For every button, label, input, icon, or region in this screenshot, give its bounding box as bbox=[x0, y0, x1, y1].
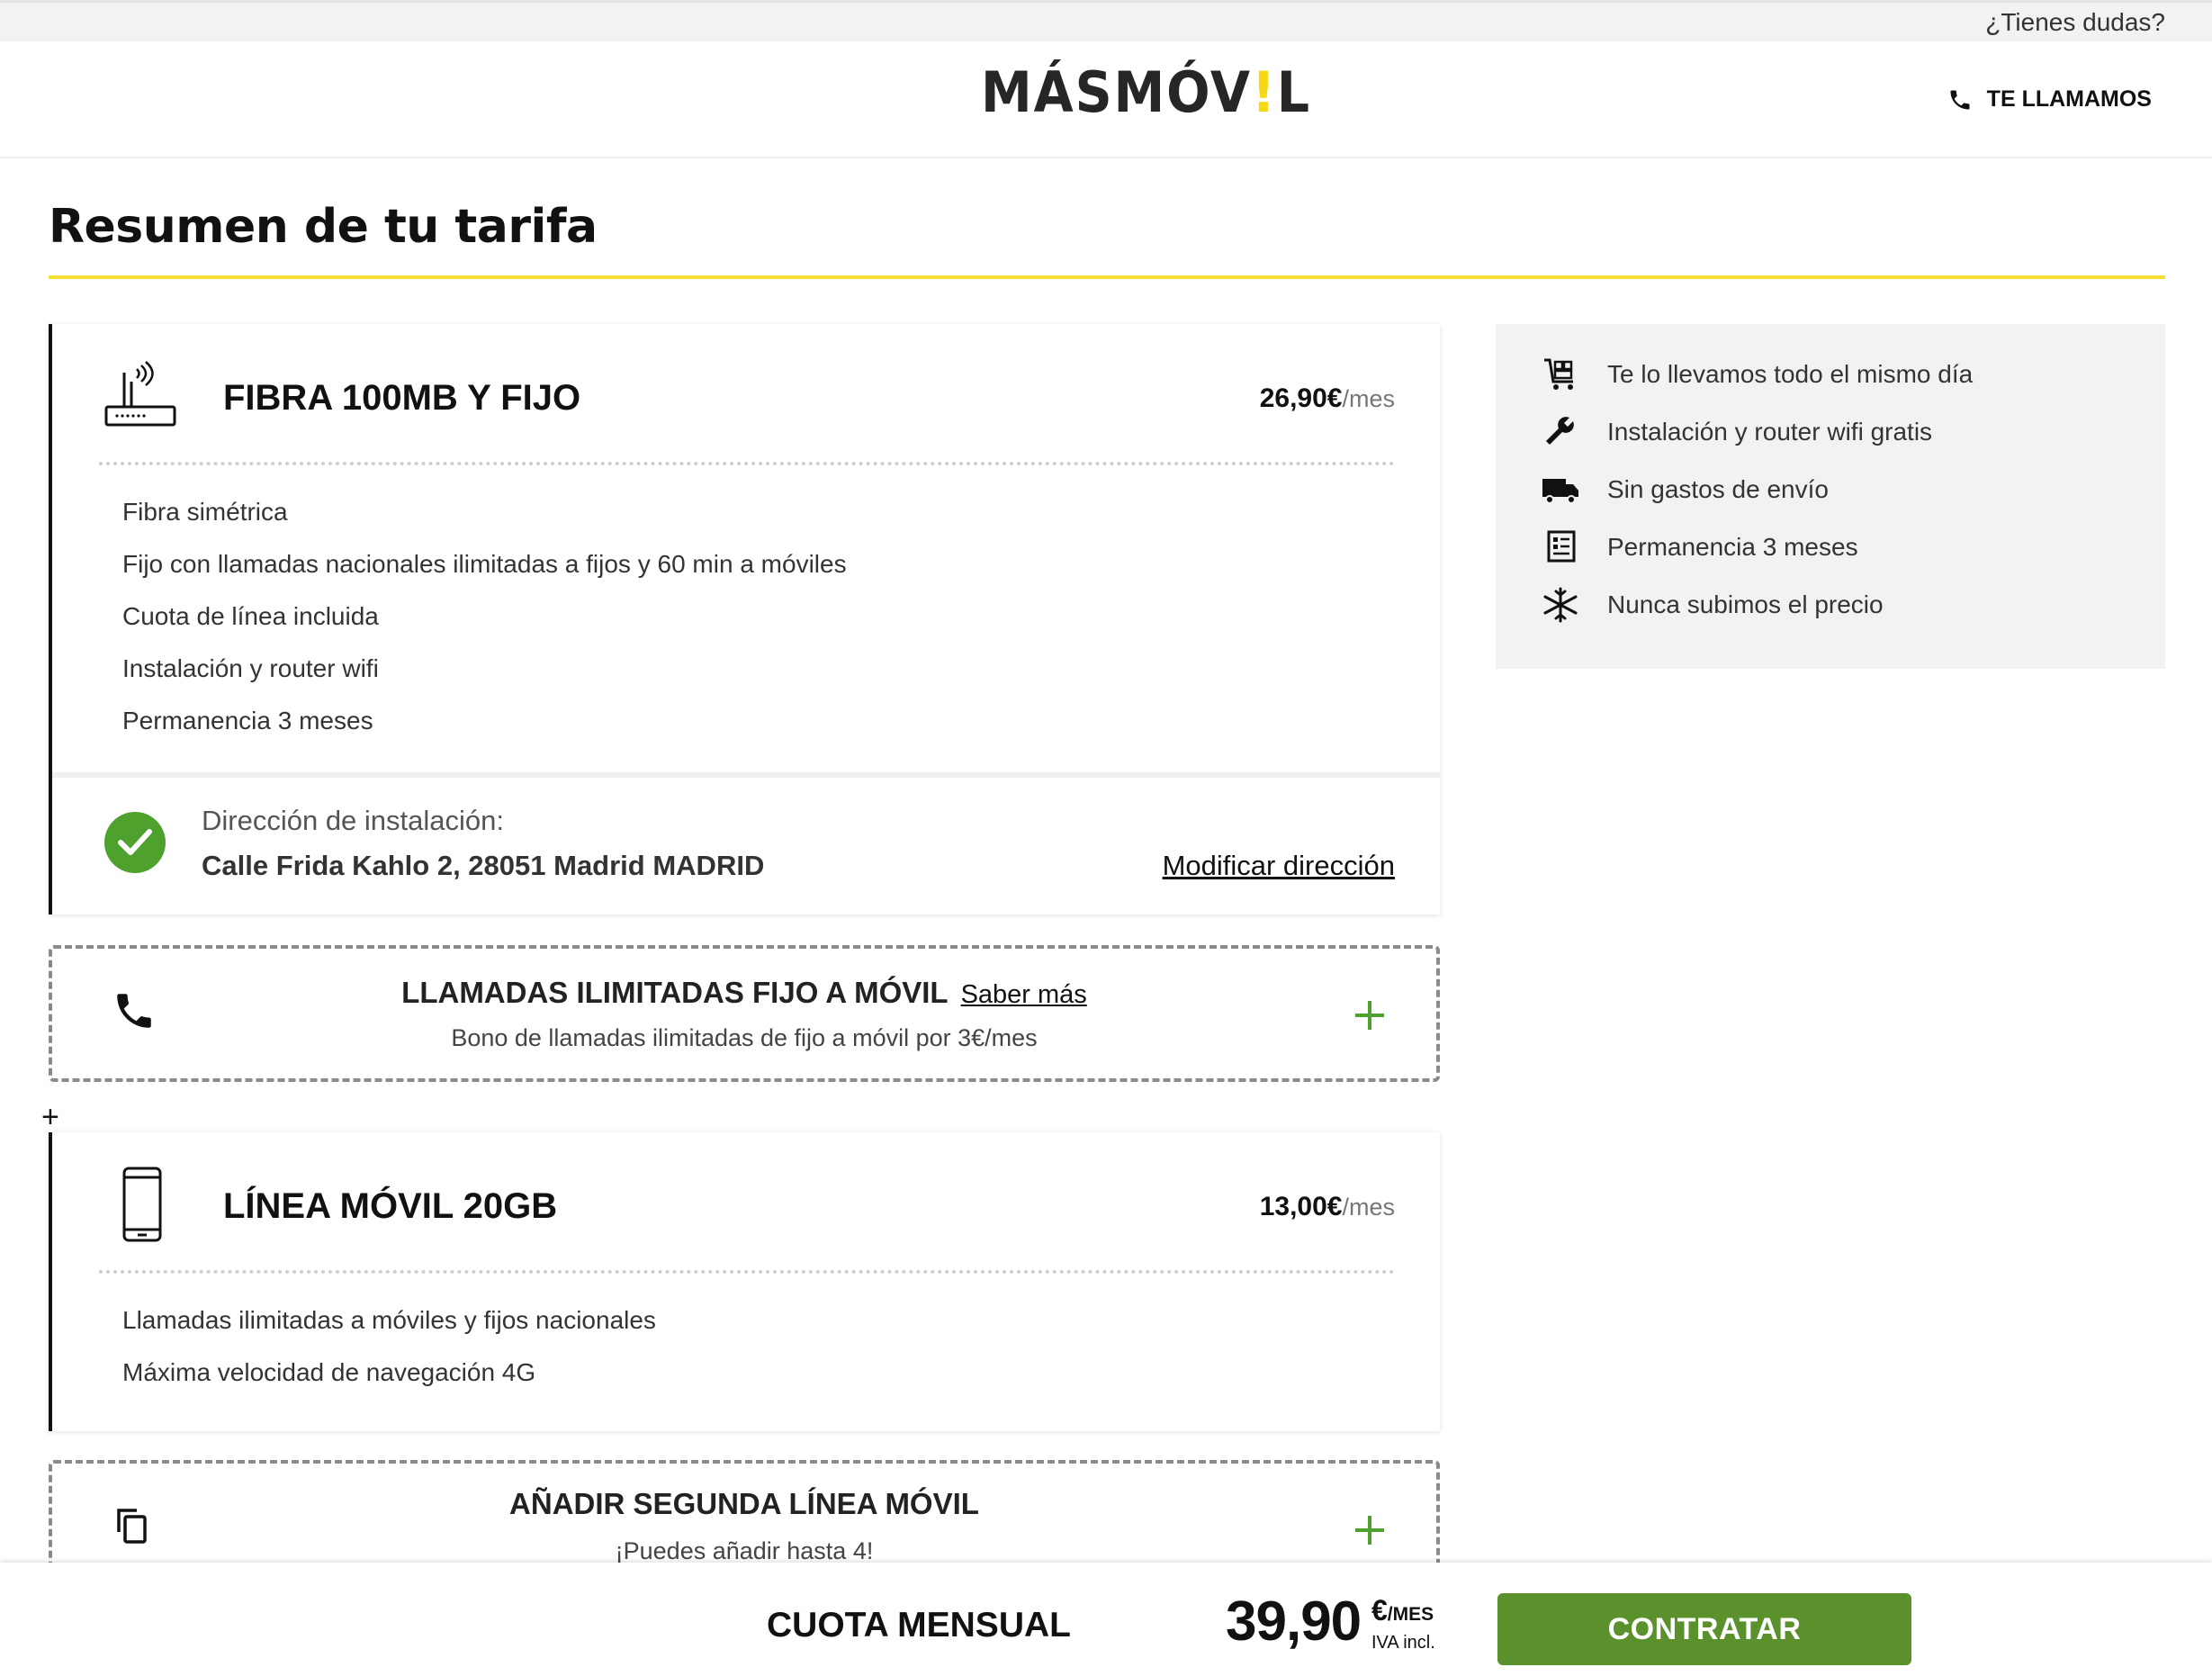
monthly-fee-label: CUOTA MENSUAL bbox=[767, 1606, 1071, 1644]
callback-button[interactable]: TE LLAMAMOS bbox=[1947, 86, 2152, 113]
fiber-title: FIBRA 100MB Y FIJO bbox=[223, 378, 581, 418]
fiber-price-value: 26,90€ bbox=[1259, 383, 1343, 413]
router-icon bbox=[104, 361, 176, 427]
snowflake-icon bbox=[1543, 587, 1578, 623]
list-item: Máxima velocidad de navegación 4G bbox=[122, 1358, 536, 1386]
logo-text: MÁSMÓV bbox=[981, 59, 1252, 125]
list-item: Fibra simétrica bbox=[122, 498, 288, 526]
smartphone-icon bbox=[122, 1167, 162, 1242]
mobile-title: LÍNEA MÓVIL 20GB bbox=[223, 1186, 558, 1226]
fiber-price: 26,90€/mes bbox=[1260, 383, 1395, 414]
iva-note: IVA incl. bbox=[1371, 1633, 1435, 1653]
phone-icon bbox=[1950, 90, 1970, 109]
benefit-item: Instalación y router wifi gratis bbox=[1541, 414, 1932, 450]
benefit-item: Sin gastos de envío bbox=[1541, 472, 1829, 508]
installation-address: Dirección de instalación: Calle Frida Ka… bbox=[52, 772, 1440, 913]
benefit-text: Instalación y router wifi gratis bbox=[1607, 418, 1933, 446]
saber-mas-link[interactable]: Saber más bbox=[961, 980, 1087, 1009]
check-icon bbox=[104, 812, 166, 873]
per-month: /MES bbox=[1387, 1604, 1434, 1625]
truck-icon bbox=[1542, 479, 1578, 504]
second-line-title: AÑADIR SEGUNDA LÍNEA MÓVIL bbox=[509, 1487, 979, 1520]
list-item: Llamadas ilimitadas a móviles y fijos na… bbox=[122, 1306, 656, 1334]
logo-bang: ! bbox=[1251, 59, 1277, 125]
fiber-price-unit: /mes bbox=[1342, 385, 1395, 412]
bottom-summary-bar: CUOTA MENSUAL 39,90 €/MES IVA incl. CONT… bbox=[0, 1563, 2212, 1676]
list-item: Fijo con llamadas nacionales ilimitadas … bbox=[122, 550, 847, 578]
mobile-features: Llamadas ilimitadas a móviles y fijos na… bbox=[122, 1294, 656, 1399]
benefits-panel: Te lo llevamos todo el mismo día Instala… bbox=[1496, 324, 2165, 669]
wrench-icon bbox=[1546, 417, 1574, 445]
benefit-text: Permanencia 3 meses bbox=[1607, 533, 1858, 561]
title-underline bbox=[49, 275, 2165, 279]
benefit-text: Nunca subimos el precio bbox=[1607, 590, 1884, 618]
benefit-item: Permanencia 3 meses bbox=[1541, 529, 1858, 565]
monthly-fee-price: 39,90 bbox=[1226, 1590, 1362, 1653]
site-header: MÁSMÓV!L TE LLAMAMOS bbox=[0, 41, 2212, 158]
contratar-button[interactable]: CONTRATAR bbox=[1497, 1593, 1911, 1665]
fiber-card-header: FIBRA 100MB Y FIJO 26,90€/mes bbox=[52, 324, 1440, 468]
calls-addon-title: LLAMADAS ILIMITADAS FIJO A MÓVIL Saber má… bbox=[52, 976, 1436, 1010]
help-link[interactable]: ¿Tienes dudas? bbox=[1985, 8, 2165, 37]
benefit-item: Te lo llevamos todo el mismo día bbox=[1541, 356, 1973, 392]
mobile-price: 13,00€/mes bbox=[1260, 1192, 1395, 1222]
benefit-text: Sin gastos de envío bbox=[1607, 475, 1829, 503]
cart-icon bbox=[1544, 358, 1573, 390]
calls-addon-title-text: LLAMADAS ILIMITADAS FIJO A MÓVIL bbox=[401, 976, 949, 1009]
add-line-plus-icon[interactable] bbox=[1353, 1514, 1386, 1546]
list-item: Instalación y router wifi bbox=[122, 654, 379, 682]
mobile-price-unit: /mes bbox=[1342, 1194, 1395, 1221]
masmovil-logo[interactable]: MÁSMÓV!L bbox=[981, 59, 1311, 125]
mobile-divider bbox=[99, 1270, 1395, 1274]
callback-label: TE LLAMAMOS bbox=[1986, 86, 2152, 112]
logo-text-end: L bbox=[1276, 59, 1311, 125]
address-label: Dirección de instalación: bbox=[202, 805, 505, 836]
mobile-card: LÍNEA MÓVIL 20GB 13,00€/mes Llamadas ili… bbox=[49, 1132, 1440, 1431]
fiber-features: Fibra simétrica Fijo con llamadas nacion… bbox=[122, 486, 847, 747]
add-calls-plus-icon[interactable] bbox=[1353, 999, 1386, 1032]
benefit-text: Te lo llevamos todo el mismo día bbox=[1607, 360, 1974, 388]
list-item: Cuota de línea incluida bbox=[122, 602, 379, 630]
mobile-price-value: 13,00€ bbox=[1259, 1192, 1343, 1221]
page-title: Resumen de tu tarifa bbox=[49, 200, 598, 254]
benefit-item: Nunca subimos el precio bbox=[1541, 587, 1884, 623]
address-value: Calle Frida Kahlo 2, 28051 Madrid MADRID bbox=[202, 850, 765, 881]
calls-addon-subtitle: Bono de llamadas ilimitadas de fijo a mó… bbox=[451, 1024, 1038, 1051]
mobile-card-header: LÍNEA MÓVIL 20GB 13,00€/mes bbox=[52, 1132, 1440, 1276]
contract-icon bbox=[1547, 530, 1576, 563]
monthly-fee-unit: €/MES bbox=[1371, 1596, 1434, 1625]
list-item: Permanencia 3 meses bbox=[122, 707, 373, 734]
top-strip: ¿Tienes dudas? bbox=[0, 0, 2212, 41]
calls-addon[interactable]: LLAMADAS ILIMITADAS FIJO A MÓVIL Saber má… bbox=[49, 945, 1440, 1082]
second-line-subtitle: ¡Puedes añadir hasta 4! bbox=[615, 1537, 874, 1564]
currency-symbol: € bbox=[1371, 1594, 1388, 1626]
modify-address-link[interactable]: Modificar dirección bbox=[1163, 850, 1395, 882]
fiber-divider bbox=[99, 462, 1395, 465]
plus-separator: + bbox=[41, 1100, 59, 1134]
fiber-card: FIBRA 100MB Y FIJO 26,90€/mes Fibra simé… bbox=[49, 324, 1440, 915]
